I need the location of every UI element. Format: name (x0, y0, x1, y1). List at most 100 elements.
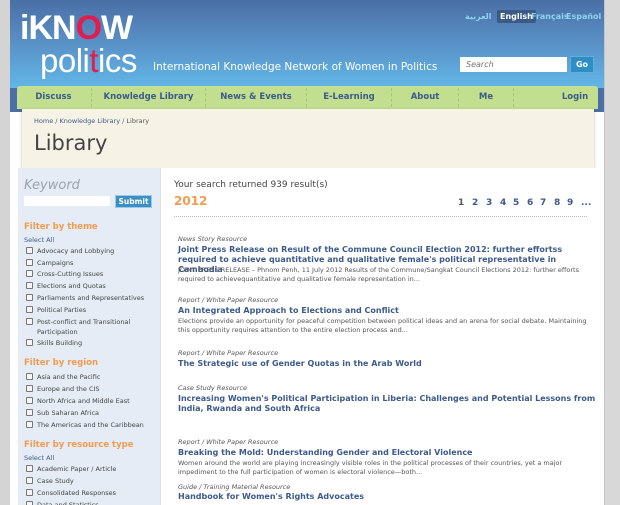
site-logo[interactable]: iKNOW politics (20, 10, 160, 80)
page-link[interactable]: 5 (513, 198, 519, 208)
nav-e-learning[interactable]: E-Learning (307, 86, 391, 109)
option-label: Academic Paper / Article (37, 465, 117, 473)
result-count: Your search returned 939 result(s) (174, 180, 328, 190)
result-description: Women around the world are playing incre… (178, 459, 563, 476)
region-option[interactable]: Asia and the Pacific (26, 372, 156, 382)
option-label: Case Study (37, 477, 74, 485)
theme-option[interactable]: Political Parties (26, 305, 156, 315)
lang-arabic[interactable]: العربية (465, 12, 491, 21)
page-link[interactable]: 6 (527, 198, 533, 208)
option-label: Elections and Quotas (37, 282, 106, 290)
theme-option[interactable]: Elections and Quotas (26, 281, 156, 291)
checkbox[interactable] (26, 397, 33, 404)
nav-news-events[interactable]: News & Events (206, 86, 306, 109)
checkbox[interactable] (26, 409, 33, 416)
result-title-link[interactable]: An Integrated Approach to Elections and … (178, 306, 598, 316)
page: iKNOW politics International Knowledge N… (0, 0, 604, 505)
result-type: Report / White Paper Resource (178, 438, 279, 446)
search-go-button[interactable]: Go (570, 56, 594, 73)
page-link[interactable]: 8 (554, 198, 560, 208)
option-label: Sub Saharan Africa (37, 409, 100, 417)
filter-theme-title: Filter by theme (24, 222, 98, 232)
logo-cross-icon: t (89, 42, 99, 79)
resource-type-select-all-link[interactable]: Select All (24, 454, 54, 462)
nav-discuss[interactable]: Discuss (17, 86, 90, 109)
region-option[interactable]: Sub Saharan Africa (26, 408, 156, 418)
resource-type-option[interactable]: Consolidated Responses (26, 488, 156, 498)
nav-divider (513, 88, 514, 107)
checkbox[interactable] (26, 385, 33, 392)
theme-option[interactable]: Campaigns (26, 258, 156, 268)
nav-about[interactable]: About (392, 86, 458, 109)
option-label: Political Parties (37, 306, 87, 314)
result-title-link[interactable]: Handbook for Women's Rights Advocates (178, 492, 598, 502)
checkbox[interactable] (26, 294, 33, 301)
checkbox[interactable] (26, 259, 33, 266)
logo-top: iKNOW (20, 10, 133, 46)
checkbox[interactable] (26, 465, 33, 472)
result-type: Report / White Paper Resource (178, 349, 279, 357)
page-scrollbar[interactable] (604, 0, 620, 505)
checkbox[interactable] (26, 318, 33, 325)
result-title-link[interactable]: Breaking the Mold: Understanding Gender … (178, 448, 598, 458)
checkbox[interactable] (26, 270, 33, 277)
theme-option[interactable]: Advocacy and Lobbying (26, 246, 156, 256)
nav-login[interactable]: Login (552, 86, 598, 109)
left-gutter (0, 0, 10, 505)
checkbox[interactable] (26, 339, 33, 346)
site-tagline: International Knowledge Network of Women… (153, 61, 438, 73)
region-option[interactable]: Europe and the CIS (26, 384, 156, 394)
option-label: The Americas and the Caribbean (37, 421, 144, 429)
result-title-link[interactable]: Increasing Women's Political Participati… (178, 394, 598, 414)
theme-option[interactable]: Parliaments and Representatives (26, 293, 156, 303)
region-option[interactable]: North Africa and Middle East (26, 396, 156, 406)
option-label: Parliaments and Representatives (37, 294, 145, 302)
breadcrumb-current: Library (126, 117, 150, 125)
checkbox[interactable] (26, 282, 33, 289)
breadcrumb-home[interactable]: Home (34, 117, 53, 125)
logo-text-poli: poli (40, 42, 90, 79)
page-link[interactable]: 9 (567, 198, 573, 208)
checkbox[interactable] (26, 373, 33, 380)
page-link-more[interactable]: ... (581, 198, 591, 208)
option-label: Data and Statistics (37, 501, 99, 505)
lang-french[interactable]: Français (531, 12, 569, 21)
site-search-input[interactable] (460, 57, 567, 72)
theme-option[interactable]: Cross-Cutting Issues (26, 269, 156, 279)
results-panel: Your search returned 939 result(s) 2012 … (160, 168, 598, 505)
theme-select-all-link[interactable]: Select All (24, 236, 54, 244)
theme-option[interactable]: Post-conflict and Transitional Participa… (26, 317, 156, 337)
year-heading: 2012 (174, 194, 208, 208)
checkbox[interactable] (26, 489, 33, 496)
breadcrumb-knowledge-library[interactable]: Knowledge Library (60, 117, 121, 125)
lang-spanish[interactable]: Español (566, 12, 601, 21)
option-label: Advocacy and Lobbying (37, 247, 115, 255)
keyword-submit-button[interactable]: Submit (115, 195, 152, 208)
resource-type-option[interactable]: Academic Paper / Article (26, 464, 156, 474)
checkbox[interactable] (26, 247, 33, 254)
result-description: Elections provide an opportunity for pea… (178, 317, 587, 334)
checkbox[interactable] (26, 501, 33, 505)
lang-english[interactable]: English (497, 10, 536, 23)
resource-type-option[interactable]: Data and Statistics (26, 500, 156, 505)
divider (174, 216, 587, 217)
page-link[interactable]: 3 (486, 198, 492, 208)
keyword-input[interactable] (24, 196, 110, 206)
result-title-link[interactable]: The Strategic use of Gender Quotas in th… (178, 359, 598, 369)
option-label: North Africa and Middle East (37, 397, 130, 405)
checkbox[interactable] (26, 306, 33, 313)
nav-me[interactable]: Me (459, 86, 513, 109)
page-link[interactable]: 7 (540, 198, 546, 208)
page-link[interactable]: 4 (500, 198, 506, 208)
region-option[interactable]: The Americas and the Caribbean (26, 420, 156, 430)
checkbox[interactable] (26, 421, 33, 428)
theme-option[interactable]: Skills Building (26, 338, 156, 348)
checkbox[interactable] (26, 477, 33, 484)
option-label: Asia and the Pacific (37, 373, 101, 381)
option-label: Post-conflict and Transitional Participa… (37, 318, 131, 336)
resource-type-option[interactable]: Case Study (26, 476, 156, 486)
logo-bottom: politics (40, 43, 137, 79)
result-type: Case Study Resource (178, 384, 248, 392)
page-link[interactable]: 2 (472, 198, 478, 208)
nav-knowledge-library[interactable]: Knowledge Library (92, 86, 205, 109)
